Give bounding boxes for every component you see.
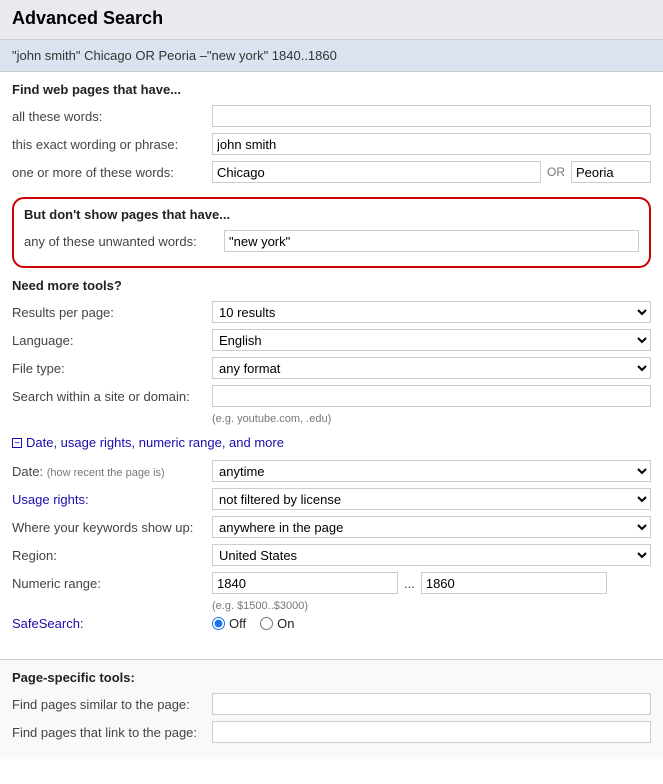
similar-pages-label: Find pages similar to the page: — [12, 697, 212, 712]
exact-wording-input[interactable] — [212, 133, 651, 155]
safe-search-radio-group: Off On — [212, 616, 294, 631]
one-or-more-input[interactable] — [212, 161, 541, 183]
site-domain-label: Search within a site or domain: — [12, 389, 212, 404]
unwanted-words-label: any of these unwanted words: — [24, 234, 224, 249]
numeric-range-row: Numeric range: ... — [12, 572, 651, 594]
more-tools-title: Need more tools? — [12, 278, 651, 293]
usage-rights-row: Usage rights: not filtered by license fr… — [12, 488, 651, 510]
exact-wording-label: this exact wording or phrase: — [12, 137, 212, 152]
file-type-label: File type: — [12, 361, 212, 376]
keywords-show-up-select[interactable]: anywhere in the page in the title of the… — [212, 516, 651, 538]
dotdot: ... — [404, 576, 415, 591]
query-bar: "john smith" Chicago OR Peoria –"new yor… — [0, 40, 663, 72]
site-domain-input[interactable] — [212, 385, 651, 407]
language-select[interactable]: English Any language — [212, 329, 651, 351]
file-type-row: File type: any format PDF DOC — [12, 357, 651, 379]
or-text: OR — [547, 165, 565, 179]
page-title: Advanced Search — [12, 8, 651, 29]
find-section-title: Find web pages that have... — [12, 82, 651, 97]
exact-wording-row: this exact wording or phrase: — [12, 133, 651, 155]
query-text: "john smith" Chicago OR Peoria –"new yor… — [12, 48, 337, 63]
numeric-range-label: Numeric range: — [12, 576, 212, 591]
dont-show-section: But don't show pages that have... any of… — [12, 197, 651, 268]
find-section: Find web pages that have... all these wo… — [12, 82, 651, 183]
page-specific-title: Page-specific tools: — [12, 670, 651, 685]
dont-show-title: But don't show pages that have... — [24, 207, 639, 222]
safe-search-off-radio[interactable] — [212, 617, 225, 630]
expanded-section: Date: (how recent the page is) anytime p… — [12, 460, 651, 631]
links-to-page-input[interactable] — [212, 721, 651, 743]
file-type-select[interactable]: any format PDF DOC — [212, 357, 651, 379]
or-input[interactable] — [571, 161, 651, 183]
site-domain-row: Search within a site or domain: — [12, 385, 651, 407]
safe-search-on-radio[interactable] — [260, 617, 273, 630]
language-label: Language: — [12, 333, 212, 348]
unwanted-words-input[interactable] — [224, 230, 639, 252]
similar-pages-input[interactable] — [212, 693, 651, 715]
safe-search-link[interactable]: SafeSearch: — [12, 616, 84, 631]
keywords-show-up-label: Where your keywords show up: — [12, 520, 212, 535]
results-per-page-select[interactable]: 10 results 20 results 30 results 50 resu… — [212, 301, 651, 323]
date-label: Date: (how recent the page is) — [12, 464, 212, 479]
region-label: Region: — [12, 548, 212, 563]
safe-search-row: SafeSearch: Off On — [12, 616, 651, 631]
date-sublabel: (how recent the page is) — [47, 467, 165, 479]
safe-search-on-label: On — [277, 616, 294, 631]
results-per-page-label: Results per page: — [12, 305, 212, 320]
all-words-row: all these words: — [12, 105, 651, 127]
numeric-range-to-input[interactable] — [421, 572, 607, 594]
numeric-range-from-input[interactable] — [212, 572, 398, 594]
more-tools-section: Need more tools? Results per page: 10 re… — [12, 278, 651, 425]
numeric-range-helper: (e.g. $1500..$3000) — [212, 600, 651, 612]
usage-rights-link[interactable]: Usage rights: — [12, 492, 89, 507]
unwanted-words-row: any of these unwanted words: — [24, 230, 639, 252]
expand-icon: − — [12, 438, 22, 448]
expand-link-label: Date, usage rights, numeric range, and m… — [26, 435, 284, 450]
site-domain-helper: (e.g. youtube.com, .edu) — [212, 413, 651, 425]
safe-search-on-option[interactable]: On — [260, 616, 294, 631]
language-row: Language: English Any language — [12, 329, 651, 351]
similar-pages-row: Find pages similar to the page: — [12, 693, 651, 715]
safe-search-off-option[interactable]: Off — [212, 616, 246, 631]
main-content: Find web pages that have... all these wo… — [0, 72, 663, 655]
page-specific-section: Page-specific tools: Find pages similar … — [0, 659, 663, 759]
links-to-page-label: Find pages that link to the page: — [12, 725, 212, 740]
region-select[interactable]: United States United Kingdom Canada — [212, 544, 651, 566]
page-header: Advanced Search — [0, 0, 663, 40]
links-to-page-row: Find pages that link to the page: — [12, 721, 651, 743]
expand-link[interactable]: − Date, usage rights, numeric range, and… — [12, 435, 651, 450]
region-row: Region: United States United Kingdom Can… — [12, 544, 651, 566]
one-or-more-row: one or more of these words: OR — [12, 161, 651, 183]
keywords-show-up-row: Where your keywords show up: anywhere in… — [12, 516, 651, 538]
all-words-label: all these words: — [12, 109, 212, 124]
safe-search-off-label: Off — [229, 616, 246, 631]
safe-search-label: SafeSearch: — [12, 616, 212, 631]
date-row: Date: (how recent the page is) anytime p… — [12, 460, 651, 482]
date-select[interactable]: anytime past 24 hours past week past mon… — [212, 460, 651, 482]
usage-rights-label: Usage rights: — [12, 492, 212, 507]
usage-rights-select[interactable]: not filtered by license free to use or s… — [212, 488, 651, 510]
one-or-more-label: one or more of these words: — [12, 165, 212, 180]
results-per-page-row: Results per page: 10 results 20 results … — [12, 301, 651, 323]
all-words-input[interactable] — [212, 105, 651, 127]
